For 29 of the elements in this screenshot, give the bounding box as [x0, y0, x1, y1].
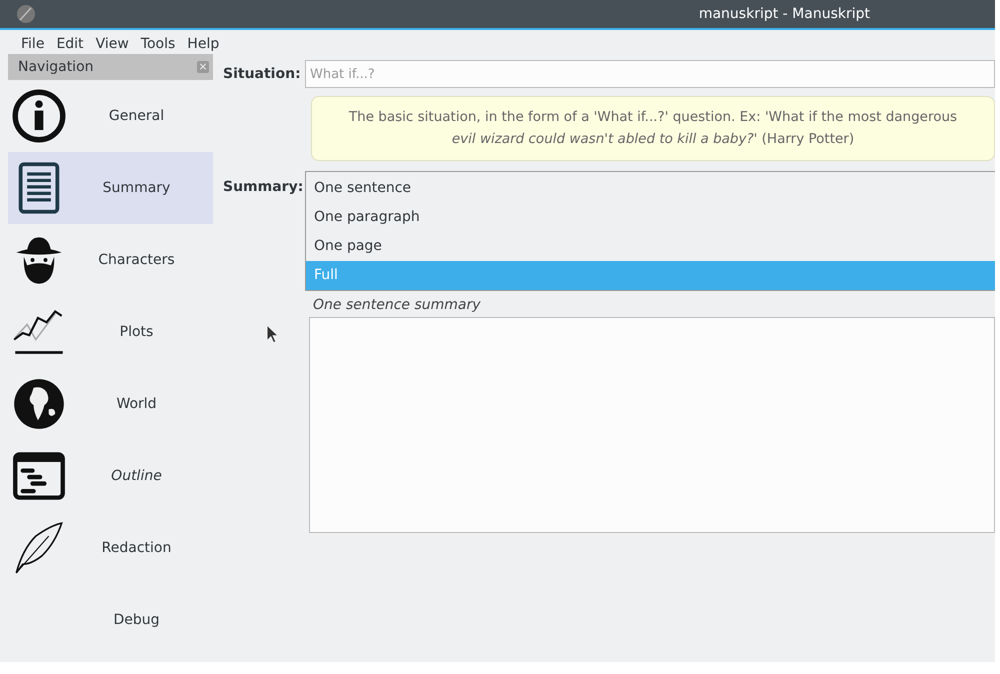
navigation-item[interactable]: Redaction: [8, 512, 213, 584]
list-item[interactable]: One sentence: [306, 174, 995, 204]
summary-caption: One sentence summary: [313, 297, 482, 314]
navigation-item[interactable]: Summary: [8, 152, 213, 224]
navigation-item[interactable]: Characters: [8, 224, 213, 296]
hint-text: evil wizard could wasn't abled to kill a baby?' (Harry Potter): [452, 130, 854, 149]
hint-text: The basic situation, in the form of a 'What if...?' question. Ex: 'What if the most dangerous: [348, 108, 958, 127]
navigation-item[interactable]: World: [8, 368, 213, 440]
menu-item[interactable]: Tools: [140, 36, 176, 52]
navigation-item[interactable]: Plots: [8, 296, 213, 368]
outline-icon: [12, 449, 66, 503]
menu-item[interactable]: Edit: [55, 36, 85, 52]
mouse-pointer-icon: [266, 324, 279, 344]
navigation-title: Navigation: [18, 59, 94, 75]
list-item[interactable]: One paragraph: [306, 203, 995, 232]
navigation-item[interactable]: Outline: [8, 440, 213, 512]
menu-item[interactable]: Help: [186, 36, 220, 52]
situation-label: Situation:: [223, 66, 299, 82]
leaf-icon: [16, 4, 36, 24]
navigation-item[interactable]: Debug: [8, 584, 213, 656]
summary-text-field[interactable]: [309, 317, 995, 534]
situation-input-field[interactable]: What if...?: [305, 60, 995, 88]
menu-item[interactable]: View: [94, 36, 130, 52]
navigation-item[interactable]: General: [8, 80, 213, 152]
globe-icon: [12, 377, 66, 431]
window-title: manuskript - Manuskript: [698, 6, 870, 22]
info-icon: [12, 89, 66, 143]
list-item[interactable]: One page: [306, 232, 995, 262]
menu-item[interactable]: File: [20, 36, 46, 52]
